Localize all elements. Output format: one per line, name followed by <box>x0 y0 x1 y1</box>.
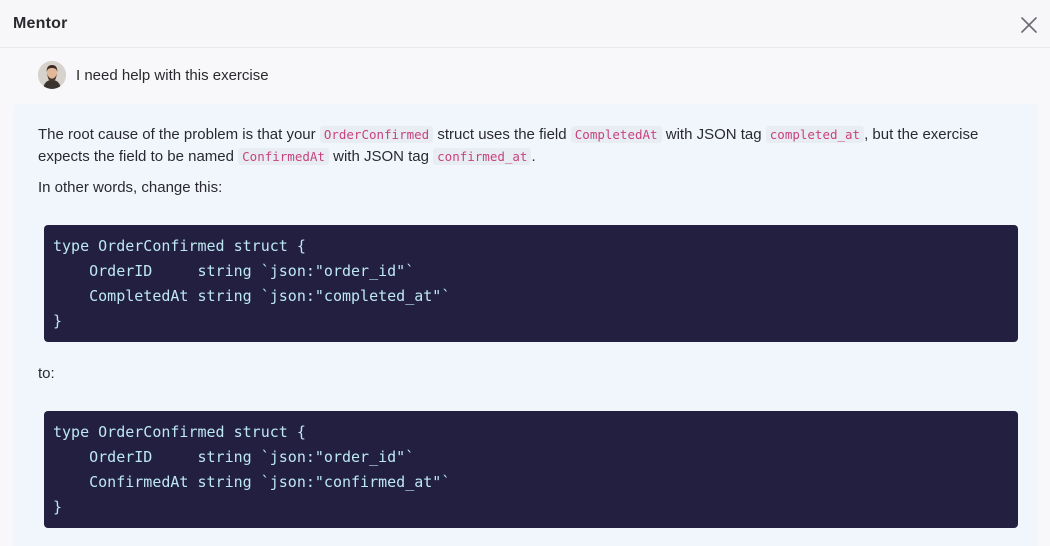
code-line: ConfirmedAt string `json:"confirmed_at"` <box>53 473 451 491</box>
code-line: CompletedAt string `json:"completed_at"` <box>53 287 451 305</box>
inline-code: OrderConfirmed <box>319 126 434 143</box>
reply-text: . <box>531 148 536 165</box>
close-button[interactable] <box>1016 12 1042 38</box>
code-line: OrderID string `json:"order_id"` <box>53 448 415 466</box>
reply-text: with JSON tag <box>328 148 434 165</box>
code-block-before[interactable]: type OrderConfirmed struct { OrderID str… <box>44 225 1018 342</box>
inline-code: confirmed_at <box>433 148 532 165</box>
reply-paragraph-1: The root cause of the problem is that yo… <box>38 124 1013 168</box>
reply-paragraph-2: In other words, change this: <box>38 179 223 196</box>
reply-text: with JSON tag <box>661 126 766 143</box>
code-line: } <box>53 498 63 516</box>
inline-code: completed_at <box>765 126 865 143</box>
reply-paragraph-3: to: <box>38 365 55 382</box>
close-icon[interactable] <box>1016 12 1042 38</box>
code-line: type OrderConfirmed struct { <box>53 237 306 255</box>
user-message: I need help with this exercise <box>76 66 269 84</box>
code-line: } <box>53 312 63 330</box>
user-avatar <box>38 61 66 89</box>
reply-text: struct uses the field <box>433 126 571 143</box>
code-line: type OrderConfirmed struct { <box>53 423 306 441</box>
mentor-reply: The root cause of the problem is that yo… <box>13 104 1038 546</box>
panel-header: Mentor <box>0 0 1050 48</box>
inline-code: CompletedAt <box>570 126 662 143</box>
panel-title: Mentor <box>13 15 68 32</box>
code-line: OrderID string `json:"order_id"` <box>53 262 415 280</box>
user-message-row: I need help with this exercise <box>38 61 269 89</box>
inline-code: ConfirmedAt <box>238 148 329 165</box>
code-block-after[interactable]: type OrderConfirmed struct { OrderID str… <box>44 411 1018 528</box>
reply-text: The root cause of the problem is that yo… <box>38 126 320 143</box>
